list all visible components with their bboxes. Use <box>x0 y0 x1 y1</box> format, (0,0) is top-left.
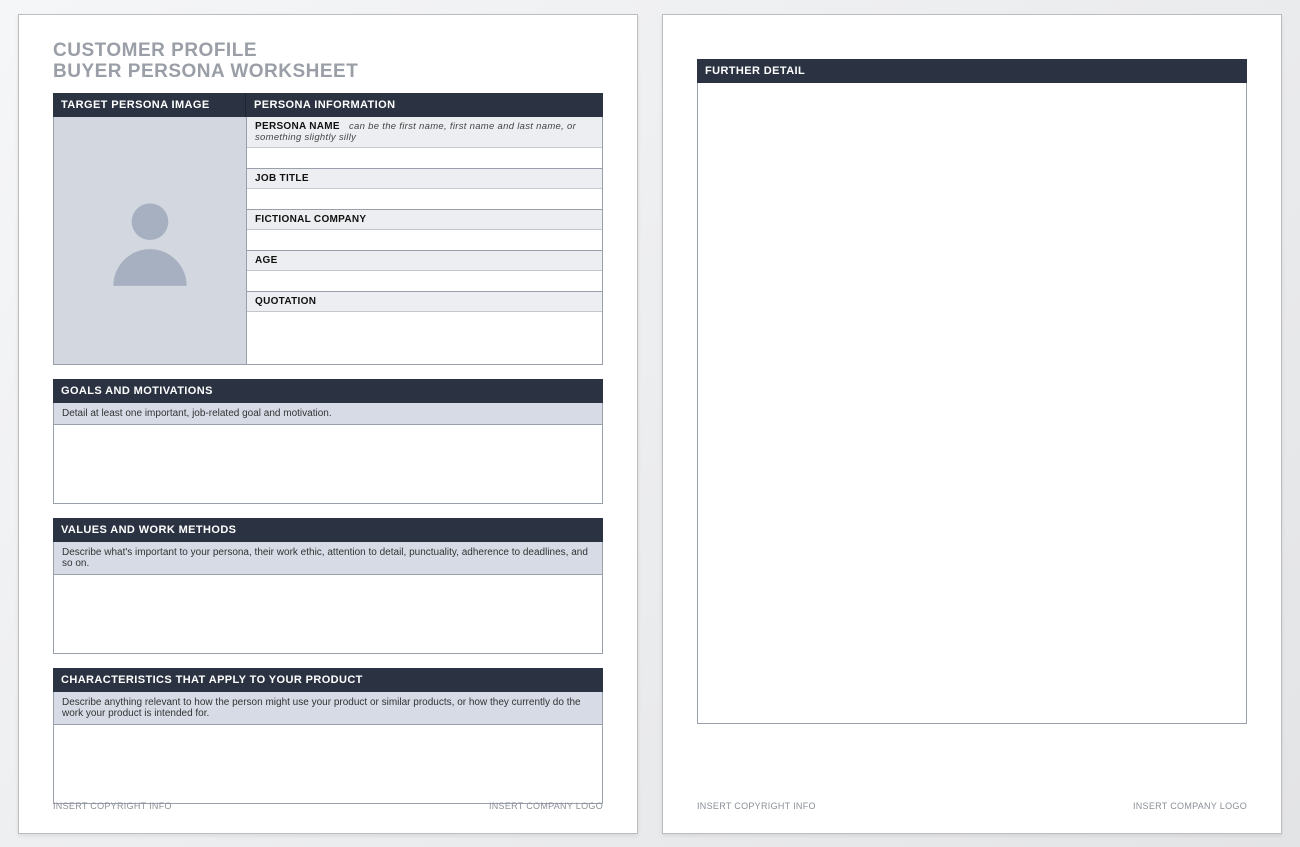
label-age: AGE <box>247 251 602 271</box>
hint-goals: Detail at least one important, job-relat… <box>53 403 603 425</box>
input-characteristics[interactable] <box>53 725 603 804</box>
input-further-detail[interactable] <box>697 83 1247 724</box>
header-goals: GOALS AND MOTIVATIONS <box>53 379 603 403</box>
footer-company-logo: INSERT COMPANY LOGO <box>489 801 603 811</box>
hint-characteristics: Describe anything relevant to how the pe… <box>53 692 603 725</box>
page-2-footer: INSERT COPYRIGHT INFO INSERT COMPANY LOG… <box>697 801 1247 811</box>
person-icon <box>95 185 205 295</box>
header-persona-information: PERSONA INFORMATION <box>246 93 603 117</box>
title-line-2: BUYER PERSONA WORKSHEET <box>53 62 603 83</box>
section-values: VALUES AND WORK METHODS Describe what's … <box>53 518 603 654</box>
input-fictional-company[interactable] <box>247 230 602 250</box>
input-values[interactable] <box>53 575 603 654</box>
header-characteristics: CHARACTERISTICS THAT APPLY TO YOUR PRODU… <box>53 668 603 692</box>
persona-top-region: PERSONA NAME can be the first name, firs… <box>53 117 603 365</box>
header-further-detail: FURTHER DETAIL <box>697 59 1247 83</box>
footer-copyright: INSERT COPYRIGHT INFO <box>53 801 172 811</box>
footer-copyright-2: INSERT COPYRIGHT INFO <box>697 801 816 811</box>
header-values: VALUES AND WORK METHODS <box>53 518 603 542</box>
input-persona-name[interactable] <box>247 148 602 168</box>
input-job-title[interactable] <box>247 189 602 209</box>
header-target-persona-image: TARGET PERSONA IMAGE <box>53 93 246 117</box>
label-quotation: QUOTATION <box>247 292 602 312</box>
persona-info-fields: PERSONA NAME can be the first name, firs… <box>247 117 602 364</box>
top-header-row: TARGET PERSONA IMAGE PERSONA INFORMATION <box>53 93 603 117</box>
label-persona-name: PERSONA NAME <box>255 121 340 132</box>
footer-company-logo-2: INSERT COMPANY LOGO <box>1133 801 1247 811</box>
worksheet-page-2: FURTHER DETAIL INSERT COPYRIGHT INFO INS… <box>662 14 1282 834</box>
hint-values: Describe what's important to your person… <box>53 542 603 575</box>
field-persona-name: PERSONA NAME can be the first name, firs… <box>247 117 602 169</box>
field-fictional-company: FICTIONAL COMPANY <box>247 210 602 251</box>
persona-image-placeholder[interactable] <box>54 117 247 364</box>
label-job-title: JOB TITLE <box>247 169 602 189</box>
section-goals: GOALS AND MOTIVATIONS Detail at least on… <box>53 379 603 504</box>
label-fictional-company: FICTIONAL COMPANY <box>247 210 602 230</box>
field-age: AGE <box>247 251 602 292</box>
section-characteristics: CHARACTERISTICS THAT APPLY TO YOUR PRODU… <box>53 668 603 804</box>
field-job-title: JOB TITLE <box>247 169 602 210</box>
title-line-1: CUSTOMER PROFILE <box>53 41 603 62</box>
input-goals[interactable] <box>53 425 603 504</box>
document-title: CUSTOMER PROFILE BUYER PERSONA WORKSHEET <box>53 41 603 83</box>
worksheet-page-1: CUSTOMER PROFILE BUYER PERSONA WORKSHEET… <box>18 14 638 834</box>
page-1-footer: INSERT COPYRIGHT INFO INSERT COMPANY LOG… <box>53 801 603 811</box>
input-quotation[interactable] <box>247 312 602 364</box>
input-age[interactable] <box>247 271 602 291</box>
field-quotation: QUOTATION <box>247 292 602 364</box>
